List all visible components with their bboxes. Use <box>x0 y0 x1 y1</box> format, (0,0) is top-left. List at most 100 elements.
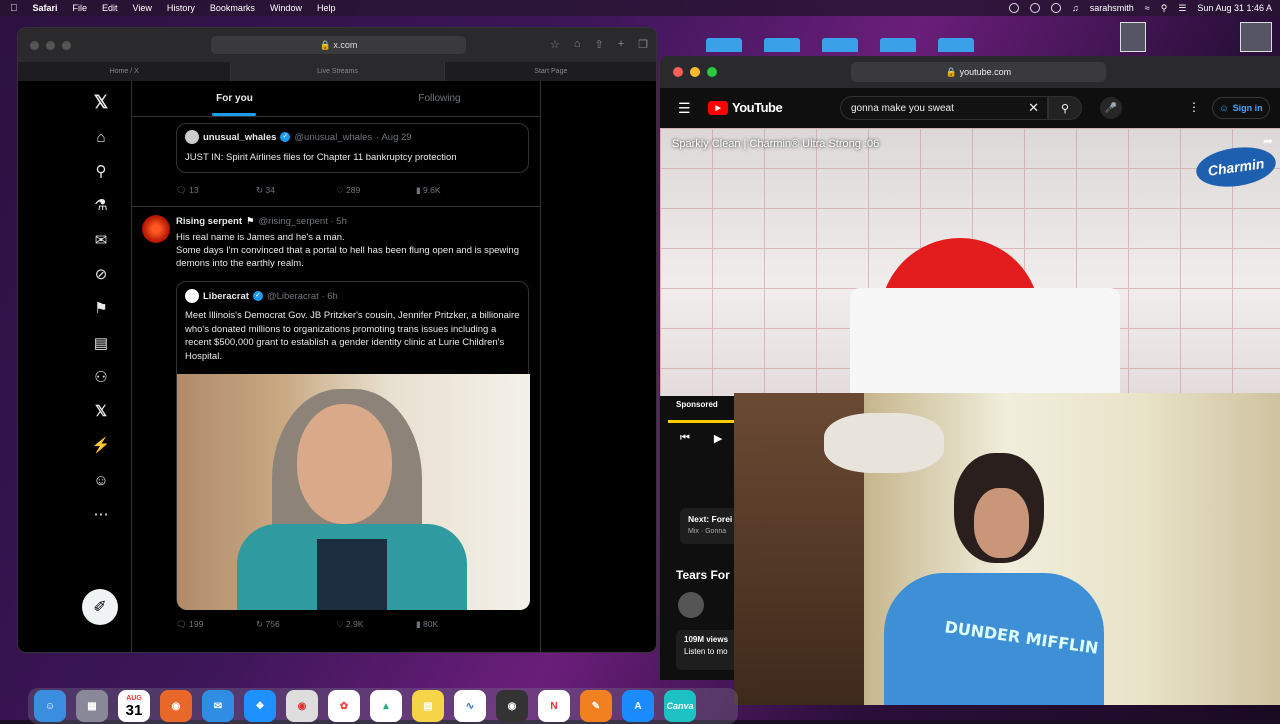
zoom-button[interactable] <box>707 67 717 77</box>
mail-icon[interactable]: ✉ <box>202 690 234 722</box>
menu-app-name[interactable]: Safari <box>33 3 58 13</box>
pages-icon[interactable]: ✎ <box>580 690 612 722</box>
obs-icon[interactable]: ◉ <box>496 690 528 722</box>
play-icon[interactable]: ▶ <box>714 432 722 445</box>
views-button[interactable]: ▮ 80K <box>416 619 496 630</box>
menu-file[interactable]: File <box>73 3 88 13</box>
clock-icon[interactable] <box>1030 3 1041 13</box>
finder-icon[interactable]: ☺ <box>34 690 66 722</box>
settings-menu-icon[interactable]: ⋮ <box>1188 100 1200 114</box>
notes-icon[interactable]: ▤ <box>412 690 444 722</box>
photos-icon[interactable]: ✿ <box>328 690 360 722</box>
freeform-icon[interactable]: ∿ <box>454 690 486 722</box>
wifi-icon[interactable]: ≈ <box>1145 3 1150 13</box>
sign-in-button[interactable]: ☺ Sign in <box>1212 97 1270 119</box>
microphone-icon[interactable]: 🎤 <box>1100 97 1122 119</box>
search-button[interactable]: ⚲ <box>1048 96 1082 120</box>
tweet-photo[interactable] <box>177 374 530 610</box>
jobs-icon[interactable]: ▤ <box>90 332 112 354</box>
like-button[interactable]: ♡ 289 <box>336 185 416 196</box>
avatar[interactable] <box>142 215 170 243</box>
folder-icon[interactable] <box>880 38 916 52</box>
search-input[interactable]: gonna make you sweat ✕ <box>840 96 1048 120</box>
quoted-tweet[interactable]: Liberacrat ✓ @Liberacrat · 6h Meet Illinoi… <box>176 281 530 610</box>
quoted-tweet[interactable]: unusual_whales ✓ @unusual_whales · Aug 29 J… <box>176 123 529 173</box>
tab-for-you[interactable]: For you <box>132 81 337 116</box>
add-tab-icon[interactable]: + <box>618 38 624 51</box>
folder-icon[interactable] <box>706 38 742 52</box>
status-icon[interactable] <box>1009 3 1020 13</box>
desktop-image-thumbnail[interactable] <box>1240 22 1272 52</box>
video-player[interactable]: Sparkly Clean | Charmin® Ultra Strong :0… <box>660 128 1280 396</box>
tab-home-x[interactable]: Home / X <box>18 62 232 81</box>
record-icon[interactable] <box>1051 3 1062 13</box>
hamburger-menu-icon[interactable]: ☰ <box>678 100 691 117</box>
menu-view[interactable]: View <box>133 3 152 13</box>
search-icon[interactable]: ⚲ <box>1161 3 1168 14</box>
messages-icon[interactable]: ✉ <box>90 229 112 251</box>
search-icon[interactable]: ⚲ <box>90 160 112 182</box>
menu-help[interactable]: Help <box>317 3 336 13</box>
reply-button[interactable]: 🗨 199 <box>176 619 256 630</box>
home-icon[interactable]: ⌂ <box>574 38 581 51</box>
menu-window[interactable]: Window <box>270 3 302 13</box>
tabs-icon[interactable]: ❐ <box>638 38 648 51</box>
views-button[interactable]: ▮ 9.6K <box>416 185 496 196</box>
post-button[interactable]: ✐ <box>82 589 118 625</box>
tweet-author-name[interactable]: Rising serpent <box>176 216 242 227</box>
home-icon[interactable]: ⌂ <box>90 126 112 148</box>
star-icon[interactable]: ☆ <box>550 38 560 51</box>
bookmarks-icon[interactable]: ⚑ <box>90 297 112 319</box>
grok-icon[interactable]: ⊘ <box>90 263 112 285</box>
repost-button[interactable]: ↻ 34 <box>256 185 336 196</box>
close-button[interactable] <box>673 67 683 77</box>
safari-icon[interactable]: ❖ <box>244 690 276 722</box>
premium-icon[interactable]: 𝕏 <box>90 400 112 422</box>
previous-icon[interactable]: ⏮ <box>680 432 690 445</box>
notifications-icon[interactable]: ⚗ <box>90 194 112 216</box>
video-title[interactable]: Sparkly Clean | Charmin® Ultra Strong :0… <box>672 138 879 150</box>
news-icon[interactable]: N <box>538 690 570 722</box>
close-button[interactable] <box>30 40 39 50</box>
tweet-author-handle[interactable]: @rising_serpent · 5h <box>259 216 347 227</box>
share-icon[interactable]: ➦ <box>1263 134 1273 148</box>
folder-icon[interactable] <box>822 38 858 52</box>
communities-icon[interactable]: ⚇ <box>90 366 112 388</box>
youtube-logo[interactable]: ▶ YouTube <box>708 100 783 115</box>
tab-start-page[interactable]: Start Page <box>445 62 656 81</box>
menu-history[interactable]: History <box>167 3 195 13</box>
tab-following[interactable]: Following <box>337 81 540 116</box>
menu-bookmarks[interactable]: Bookmarks <box>210 3 255 13</box>
reply-button[interactable]: 🗨 13 <box>176 185 256 196</box>
share-icon[interactable]: ⇧ <box>594 38 603 51</box>
folder-icon[interactable] <box>764 38 800 52</box>
apple-menu-icon[interactable]:  <box>10 3 18 14</box>
section-title[interactable]: Tears For <box>676 568 730 582</box>
tab-live-streams[interactable]: Live Streams <box>231 62 445 81</box>
minimize-button[interactable] <box>690 67 700 77</box>
verified-orgs-icon[interactable]: ⚡ <box>90 434 112 456</box>
address-bar[interactable]: 🔒 x.com <box>211 36 466 54</box>
google-drive-icon[interactable]: ▲ <box>370 690 402 722</box>
up-next-card[interactable]: Next: Forei Mix · Gonna <box>680 508 740 544</box>
desktop-image-thumbnail[interactable] <box>1120 22 1146 52</box>
headphones-icon[interactable]: ♫ <box>1072 3 1079 13</box>
calendar-icon[interactable]: AUG 31 <box>118 690 150 722</box>
profile-icon[interactable]: ☺ <box>90 469 112 491</box>
address-bar[interactable]: 🔒 youtube.com <box>851 62 1106 82</box>
menu-datetime[interactable]: Sun Aug 31 1:46 A <box>1197 3 1272 13</box>
repost-button[interactable]: ↻ 756 <box>256 619 336 630</box>
zoom-button[interactable] <box>62 40 71 50</box>
app-store-icon[interactable]: A <box>622 690 654 722</box>
minimize-button[interactable] <box>46 40 55 50</box>
control-center-icon[interactable]: ☰ <box>1178 3 1186 14</box>
chrome-icon[interactable]: ◉ <box>286 690 318 722</box>
clear-search-icon[interactable]: ✕ <box>1028 100 1039 116</box>
menu-edit[interactable]: Edit <box>102 3 118 13</box>
x-logo-icon[interactable]: 𝕏 <box>90 91 112 113</box>
avatar[interactable] <box>678 592 704 618</box>
launchpad-icon[interactable]: ▦ <box>76 690 108 722</box>
more-icon[interactable]: ⋯ <box>90 503 112 525</box>
like-button[interactable]: ♡ 2.9K <box>336 619 416 630</box>
firefox-icon[interactable]: ◉ <box>160 690 192 722</box>
